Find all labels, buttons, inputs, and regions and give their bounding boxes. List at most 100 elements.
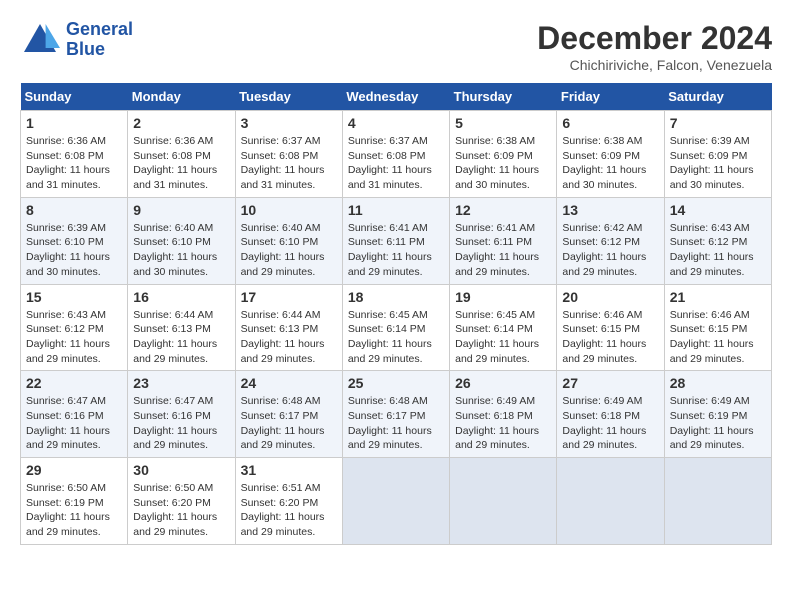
day-info: Sunrise: 6:47 AMSunset: 6:16 PMDaylight:… [133, 394, 229, 453]
table-row [664, 458, 771, 545]
day-number: 15 [26, 289, 122, 305]
table-row: 9Sunrise: 6:40 AMSunset: 6:10 PMDaylight… [128, 197, 235, 284]
calendar-table: Sunday Monday Tuesday Wednesday Thursday… [20, 83, 772, 545]
day-number: 5 [455, 115, 551, 131]
table-row: 18 Sunrise: 6:45 AMSunset: 6:14 PMDayligh… [342, 284, 449, 371]
day-number: 13 [562, 202, 658, 218]
logo-text: General Blue [66, 20, 133, 60]
table-row [557, 458, 664, 545]
col-tuesday: Tuesday [235, 83, 342, 111]
page-header: General Blue December 2024 Chichiriviche… [20, 20, 772, 73]
table-row: 12 Sunrise: 6:41 AMSunset: 6:11 PMDayligh… [450, 197, 557, 284]
col-monday: Monday [128, 83, 235, 111]
title-section: December 2024 Chichiriviche, Falcon, Ven… [537, 20, 772, 73]
day-info: Sunrise: 6:46 AMSunset: 6:15 PMDaylight:… [562, 308, 658, 367]
table-row: 24 Sunrise: 6:48 AMSunset: 6:17 PMDayligh… [235, 371, 342, 458]
table-row: 29 Sunrise: 6:50 AMSunset: 6:19 PMDayligh… [21, 458, 128, 545]
table-row: 14 Sunrise: 6:43 AMSunset: 6:12 PMDayligh… [664, 197, 771, 284]
table-row: 19Sunrise: 6:45 AMSunset: 6:14 PMDayligh… [450, 284, 557, 371]
day-number: 7 [670, 115, 766, 131]
day-number: 27 [562, 375, 658, 391]
table-row: 31 Sunrise: 6:51 AMSunset: 6:20 PMDayligh… [235, 458, 342, 545]
day-info: Sunrise: 6:49 AMSunset: 6:19 PMDaylight:… [670, 394, 766, 453]
day-number: 6 [562, 115, 658, 131]
col-wednesday: Wednesday [342, 83, 449, 111]
table-row: 15 Sunrise: 6:43 AMSunset: 6:12 PMDayligh… [21, 284, 128, 371]
table-row: 22Sunrise: 6:47 AMSunset: 6:16 PMDayligh… [21, 371, 128, 458]
day-info: Sunrise: 6:50 AMSunset: 6:19 PMDaylight:… [26, 481, 122, 540]
day-info: Sunrise: 6:41 AMSunset: 6:11 PMDaylight:… [455, 221, 551, 280]
day-info: Sunrise: 6:38 AMSunset: 6:09 PMDaylight:… [562, 134, 658, 193]
day-number: 14 [670, 202, 766, 218]
table-row: 28Sunrise: 6:49 AMSunset: 6:19 PMDayligh… [664, 371, 771, 458]
day-info: Sunrise: 6:38 AMSunset: 6:09 PMDaylight:… [455, 134, 551, 193]
table-row: 30 Sunrise: 6:50 AMSunset: 6:20 PMDayligh… [128, 458, 235, 545]
day-info: Sunrise: 6:47 AMSunset: 6:16 PMDaylight:… [26, 394, 122, 453]
day-info: Sunrise: 6:51 AMSunset: 6:20 PMDaylight:… [241, 481, 337, 540]
col-saturday: Saturday [664, 83, 771, 111]
table-row [450, 458, 557, 545]
table-row: 17Sunrise: 6:44 AMSunset: 6:13 PMDayligh… [235, 284, 342, 371]
day-number: 21 [670, 289, 766, 305]
day-number: 3 [241, 115, 337, 131]
day-number: 4 [348, 115, 444, 131]
table-row: 23 Sunrise: 6:47 AMSunset: 6:16 PMDayligh… [128, 371, 235, 458]
table-row: 20 Sunrise: 6:46 AMSunset: 6:15 PMDayligh… [557, 284, 664, 371]
day-number: 30 [133, 462, 229, 478]
day-number: 2 [133, 115, 229, 131]
day-number: 20 [562, 289, 658, 305]
month-title: December 2024 [537, 20, 772, 57]
table-row: 4 Sunrise: 6:37 AMSunset: 6:08 PMDaylight… [342, 111, 449, 198]
location: Chichiriviche, Falcon, Venezuela [537, 57, 772, 73]
day-info: Sunrise: 6:37 AMSunset: 6:08 PMDaylight:… [241, 134, 337, 193]
calendar-week-row: 22Sunrise: 6:47 AMSunset: 6:16 PMDayligh… [21, 371, 772, 458]
table-row: 7Sunrise: 6:39 AMSunset: 6:09 PMDaylight… [664, 111, 771, 198]
day-info: Sunrise: 6:46 AMSunset: 6:15 PMDaylight:… [670, 308, 766, 367]
table-row: 5 Sunrise: 6:38 AMSunset: 6:09 PMDaylight… [450, 111, 557, 198]
day-info: Sunrise: 6:39 AMSunset: 6:10 PMDaylight:… [26, 221, 122, 280]
day-number: 9 [133, 202, 229, 218]
table-row: 1Sunrise: 6:36 AMSunset: 6:08 PMDaylight… [21, 111, 128, 198]
day-info: Sunrise: 6:45 AMSunset: 6:14 PMDaylight:… [455, 308, 551, 367]
table-row: 3 Sunrise: 6:37 AMSunset: 6:08 PMDaylight… [235, 111, 342, 198]
day-info: Sunrise: 6:48 AMSunset: 6:17 PMDaylight:… [348, 394, 444, 453]
day-info: Sunrise: 6:50 AMSunset: 6:20 PMDaylight:… [133, 481, 229, 540]
calendar-header-row: Sunday Monday Tuesday Wednesday Thursday… [21, 83, 772, 111]
table-row: 2Sunrise: 6:36 AMSunset: 6:08 PMDaylight… [128, 111, 235, 198]
table-row: 21 Sunrise: 6:46 AMSunset: 6:15 PMDayligh… [664, 284, 771, 371]
day-number: 12 [455, 202, 551, 218]
day-info: Sunrise: 6:36 AMSunset: 6:08 PMDaylight:… [26, 134, 122, 193]
day-info: Sunrise: 6:40 AMSunset: 6:10 PMDaylight:… [241, 221, 337, 280]
calendar-week-row: 1Sunrise: 6:36 AMSunset: 6:08 PMDaylight… [21, 111, 772, 198]
col-friday: Friday [557, 83, 664, 111]
table-row: 13 Sunrise: 6:42 AMSunset: 6:12 PMDayligh… [557, 197, 664, 284]
logo-icon [20, 20, 60, 60]
day-number: 31 [241, 462, 337, 478]
day-info: Sunrise: 6:49 AMSunset: 6:18 PMDaylight:… [455, 394, 551, 453]
day-number: 23 [133, 375, 229, 391]
table-row: 10 Sunrise: 6:40 AMSunset: 6:10 PMDayligh… [235, 197, 342, 284]
day-info: Sunrise: 6:49 AMSunset: 6:18 PMDaylight:… [562, 394, 658, 453]
day-info: Sunrise: 6:37 AMSunset: 6:08 PMDaylight:… [348, 134, 444, 193]
day-number: 26 [455, 375, 551, 391]
calendar-week-row: 15 Sunrise: 6:43 AMSunset: 6:12 PMDayligh… [21, 284, 772, 371]
table-row: 26 Sunrise: 6:49 AMSunset: 6:18 PMDayligh… [450, 371, 557, 458]
day-number: 18 [348, 289, 444, 305]
table-row: 8Sunrise: 6:39 AMSunset: 6:10 PMDaylight… [21, 197, 128, 284]
day-info: Sunrise: 6:48 AMSunset: 6:17 PMDaylight:… [241, 394, 337, 453]
day-info: Sunrise: 6:42 AMSunset: 6:12 PMDaylight:… [562, 221, 658, 280]
table-row: 11Sunrise: 6:41 AMSunset: 6:11 PMDayligh… [342, 197, 449, 284]
day-info: Sunrise: 6:45 AMSunset: 6:14 PMDaylight:… [348, 308, 444, 367]
calendar-week-row: 29 Sunrise: 6:50 AMSunset: 6:19 PMDayligh… [21, 458, 772, 545]
col-sunday: Sunday [21, 83, 128, 111]
table-row [342, 458, 449, 545]
day-number: 29 [26, 462, 122, 478]
day-info: Sunrise: 6:43 AMSunset: 6:12 PMDaylight:… [26, 308, 122, 367]
day-info: Sunrise: 6:43 AMSunset: 6:12 PMDaylight:… [670, 221, 766, 280]
table-row: 25Sunrise: 6:48 AMSunset: 6:17 PMDayligh… [342, 371, 449, 458]
day-number: 24 [241, 375, 337, 391]
day-number: 17 [241, 289, 337, 305]
day-number: 11 [348, 202, 444, 218]
calendar-week-row: 8Sunrise: 6:39 AMSunset: 6:10 PMDaylight… [21, 197, 772, 284]
day-number: 10 [241, 202, 337, 218]
